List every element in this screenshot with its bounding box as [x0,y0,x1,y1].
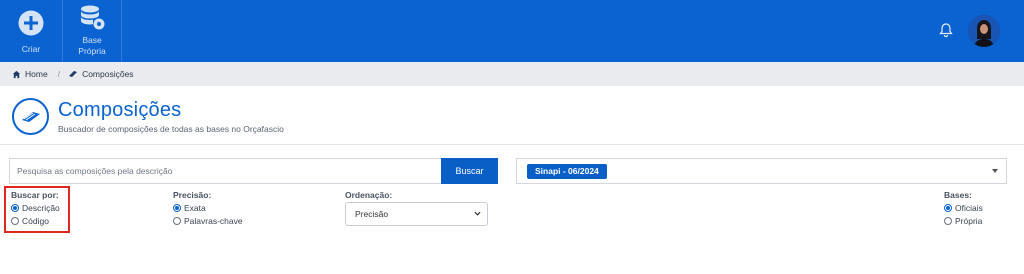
page-subtitle: Buscador de composições de todas as base… [58,124,284,134]
bases-label: Bases: [944,190,972,200]
precision-keywords-radio[interactable]: Palavras-chave [173,216,243,226]
precision-label: Precisão: [173,190,212,200]
user-avatar-image [968,15,1000,47]
ordering-label: Ordenação: [345,190,393,200]
database-gear-icon [81,5,105,30]
radio-dot [11,217,19,225]
ordering-select[interactable]: Precisão [345,202,488,226]
breadcrumb: Home / Composições [0,62,1024,86]
own-base-button[interactable]: Base Própria [62,0,122,62]
bases-own-radio[interactable]: Própria [944,216,982,226]
radio-label: Código [22,216,49,226]
create-label: Criar [21,44,41,54]
radio-label: Palavras-chave [184,216,243,226]
radio-dot [173,217,181,225]
search-button[interactable]: Buscar [441,158,498,184]
bases-official-radio[interactable]: Oficiais [944,203,983,213]
page-title: Composições [58,99,182,121]
selected-base-tag[interactable]: Sinapi - 06/2024 [527,164,607,179]
precision-exact-radio[interactable]: Exata [173,203,206,213]
ordering-selected-value: Precisão [355,209,389,219]
create-button[interactable]: Criar [0,0,62,62]
radio-label: Oficiais [955,203,983,213]
breadcrumb-current: Composições [82,69,134,79]
radio-label: Própria [955,216,983,226]
radio-dot [944,217,952,225]
top-bar: Criar Base Própria [0,0,1024,62]
bell-icon[interactable] [938,22,954,38]
breadcrumb-home[interactable]: Home [25,69,48,79]
radio-dot [173,204,181,212]
compositions-header-icon [12,98,49,135]
plus-circle-icon [18,10,44,36]
trowel-icon [21,111,40,122]
search-by-label: Buscar por: [11,190,59,200]
trowel-icon [69,71,78,77]
search-by-description-radio[interactable]: Descrição [11,203,60,213]
radio-dot [11,204,19,212]
chevron-down-icon [474,211,481,216]
header-divider [0,144,1024,145]
radio-dot [944,204,952,212]
breadcrumb-separator: / [57,69,61,79]
base-select[interactable]: Sinapi - 06/2024 [516,158,1007,184]
radio-label: Exata [184,203,206,213]
radio-label: Descrição [22,203,60,213]
own-base-label: Base Própria [78,35,106,56]
search-by-code-radio[interactable]: Código [11,216,49,226]
search-input[interactable] [9,158,441,184]
user-avatar[interactable] [968,15,1000,47]
chevron-down-icon [992,169,998,173]
home-icon [12,70,21,78]
